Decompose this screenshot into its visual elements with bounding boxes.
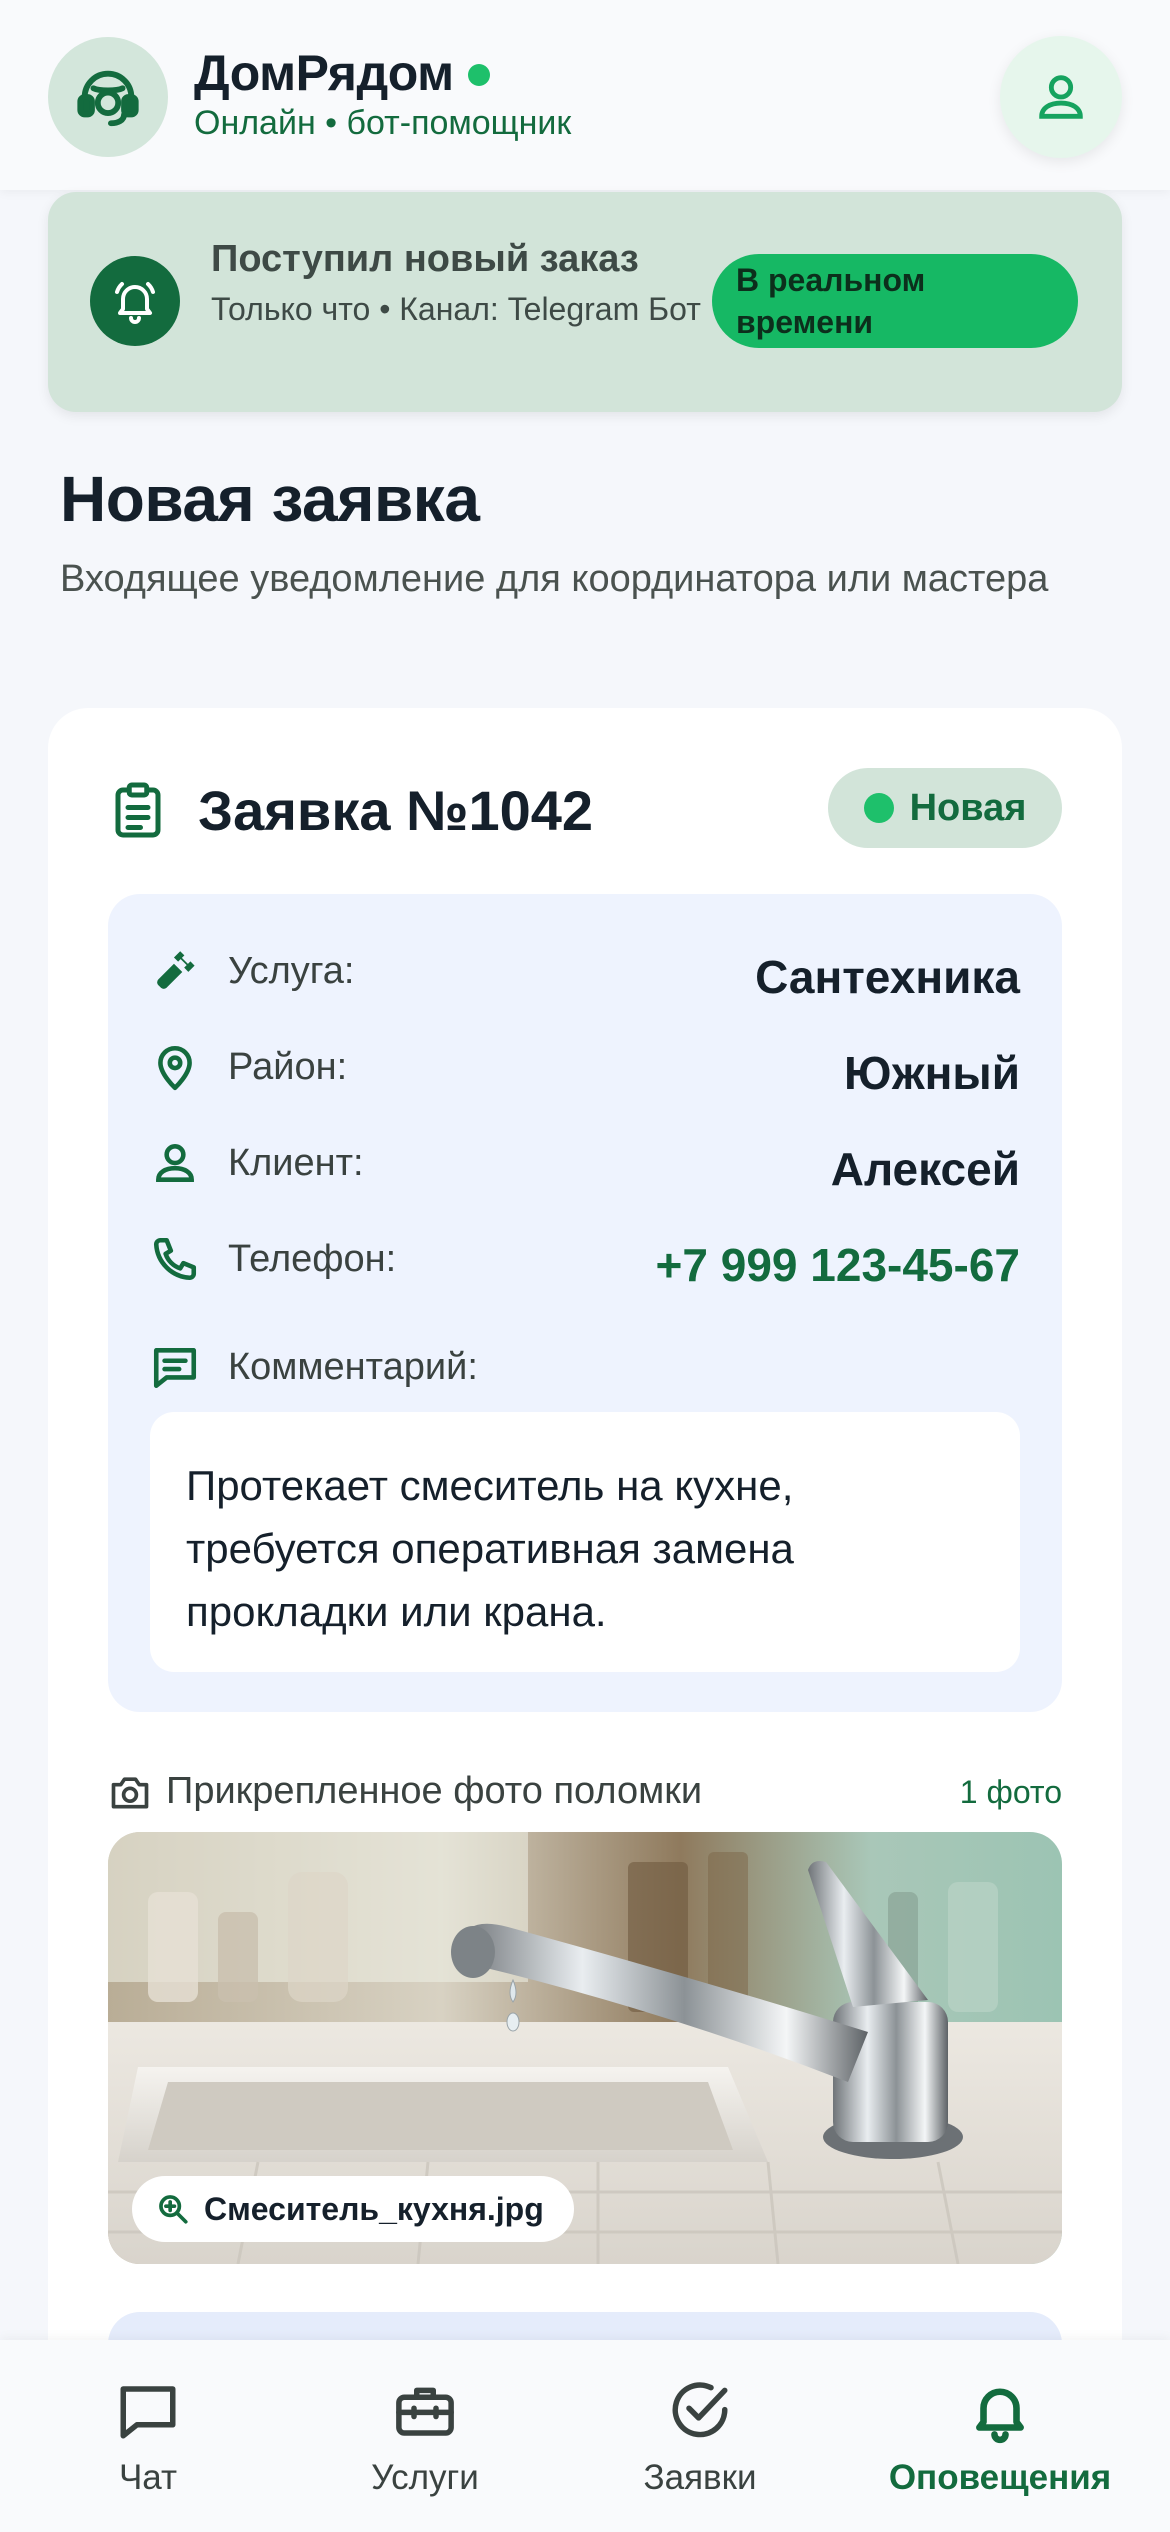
- zoom-in-icon: [159, 2195, 188, 2224]
- page-subtitle: Входящее уведомление для координатора ил…: [60, 558, 1049, 600]
- detail-row-district: Район: Южный: [108, 1034, 1062, 1104]
- comment-label: Комментарий:: [228, 1346, 478, 1388]
- nav-label-orders: Заявки: [643, 2458, 757, 2497]
- detail-label-client: Клиент:: [228, 1142, 364, 1184]
- order-card: Заявка №1042 Новая Услуга: Сантехника Ра…: [48, 708, 1122, 2532]
- location-pin-icon: [158, 1046, 192, 1091]
- nav-label-chat: Чат: [118, 2458, 178, 2497]
- nav-label-notifications: Оповещения: [888, 2458, 1112, 2497]
- wrench-icon: [157, 951, 195, 989]
- order-title: Заявка №1042: [198, 779, 594, 842]
- online-indicator: [467, 64, 490, 86]
- status-dot: [863, 793, 894, 823]
- app-subtitle: Онлайн • бот-помощник: [194, 104, 572, 142]
- photo-header: Прикрепленное фото поломки 1 фото: [108, 1762, 1062, 1818]
- comment-icon: [153, 1348, 197, 1389]
- app-name: ДомРядом: [194, 45, 454, 101]
- bell-ringing-icon: [115, 282, 155, 324]
- clipboard-icon: [115, 782, 161, 838]
- attached-photo[interactable]: Смеситель_кухня.jpg: [108, 1832, 1062, 2264]
- realtime-badge: В реальном времени: [712, 254, 1078, 348]
- headset-agent-icon: [77, 70, 139, 127]
- banner-meta: Только что • Канал: Telegram Бот: [211, 291, 701, 327]
- camera-icon: [111, 1777, 149, 1809]
- detail-label-phone: Телефон:: [228, 1238, 397, 1280]
- nav-label-services: Услуги: [371, 2458, 479, 2497]
- profile-button[interactable]: [1000, 36, 1122, 158]
- detail-label-district: Район:: [228, 1046, 348, 1088]
- order-details-panel: Услуга: Сантехника Район: Южный Клиент: …: [108, 894, 1062, 1712]
- banner-title: Поступил новый заказ: [211, 238, 639, 280]
- comment-text: Протекает смеситель на кухне, требуется …: [150, 1412, 1020, 1672]
- comment-label-row: Комментарий:: [108, 1334, 1062, 1404]
- new-order-banner[interactable]: Поступил новый заказ Только что • Канал:…: [48, 192, 1122, 412]
- phone-link[interactable]: +7 999 123-45-67: [656, 1238, 1020, 1292]
- check-circle-icon: [665, 2376, 735, 2446]
- status-label: Новая: [909, 786, 1027, 829]
- photo-filename-chip[interactable]: Смеситель_кухня.jpg: [132, 2176, 574, 2242]
- phone-icon: [153, 1237, 197, 1281]
- user-icon: [156, 1144, 194, 1182]
- user-icon: [1039, 75, 1083, 119]
- status-badge: Новая: [828, 768, 1062, 848]
- page-title: Новая заявка: [60, 463, 480, 535]
- chat-icon: [113, 2376, 183, 2446]
- toolbox-icon: [390, 2376, 460, 2446]
- brand-avatar: [48, 37, 168, 157]
- detail-row-phone[interactable]: Телефон: +7 999 123-45-67: [108, 1226, 1062, 1296]
- banner-icon: [90, 256, 180, 346]
- brand-title-row: ДомРядом: [194, 44, 490, 102]
- detail-value-client: Алексей: [830, 1143, 1020, 1195]
- photo-filename: Смеситель_кухня.jpg: [204, 2190, 544, 2227]
- app-header: ДомРядом Онлайн • бот-помощник: [0, 0, 1170, 190]
- detail-value-service: Сантехника: [755, 951, 1020, 1003]
- nav-item-orders[interactable]: Заявки: [620, 2340, 780, 2532]
- detail-value-district: Южный: [844, 1047, 1020, 1099]
- bell-icon: [965, 2376, 1035, 2446]
- detail-label-service: Услуга:: [228, 950, 355, 992]
- nav-item-notifications[interactable]: Оповещения: [886, 2340, 1114, 2532]
- photo-count: 1 фото: [959, 1774, 1062, 1810]
- bottom-nav: Чат Услуги Заявки Оповещения: [0, 2340, 1170, 2532]
- photo-label: Прикрепленное фото поломки: [166, 1770, 703, 1812]
- nav-item-services[interactable]: Услуги: [340, 2340, 510, 2532]
- nav-item-chat[interactable]: Чат: [78, 2340, 218, 2532]
- detail-row-client: Клиент: Алексей: [108, 1130, 1062, 1200]
- detail-row-service: Услуга: Сантехника: [108, 938, 1062, 1008]
